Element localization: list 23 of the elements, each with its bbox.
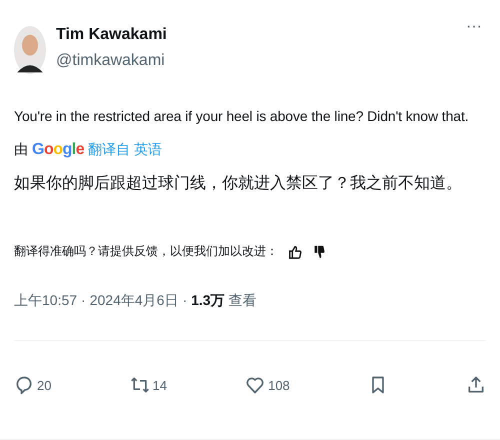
author-name[interactable]: Tim Kawakami xyxy=(56,26,167,44)
share-button[interactable] xyxy=(466,375,486,395)
retweet-button[interactable]: 14 xyxy=(130,375,168,395)
reply-button[interactable]: 20 xyxy=(14,375,52,395)
thumbs-up-icon[interactable] xyxy=(288,244,302,258)
like-button[interactable]: 108 xyxy=(245,375,290,395)
translated-by-label: 由 xyxy=(14,141,28,159)
separator-dot: · xyxy=(182,292,188,310)
retweet-icon xyxy=(130,375,150,395)
feedback-prompt: 翻译得准确吗？请提供反馈，以便我们加以改进： xyxy=(14,243,278,260)
speech-bubble-icon xyxy=(14,375,34,395)
author-handle[interactable]: @timkawakami xyxy=(56,52,167,70)
google-logo: Google xyxy=(32,141,84,159)
heart-icon xyxy=(245,375,266,395)
translated-text: 如果你的脚后跟超过球门线，你就进入禁区了？我之前不知道。 xyxy=(14,174,463,194)
more-button[interactable]: ··· xyxy=(462,18,486,36)
tweet-text: You're in the restricted area if your heel is above the line? Didn't know that. xyxy=(14,107,470,126)
post-time[interactable]: 上午10:57 xyxy=(14,292,78,310)
separator-dot: · xyxy=(81,292,86,310)
view-count: 1.3万 查看 xyxy=(191,292,256,310)
share-icon xyxy=(466,375,486,395)
thumbs-down-icon[interactable] xyxy=(312,244,326,258)
post-date[interactable]: 2024年4月6日 xyxy=(90,292,178,310)
